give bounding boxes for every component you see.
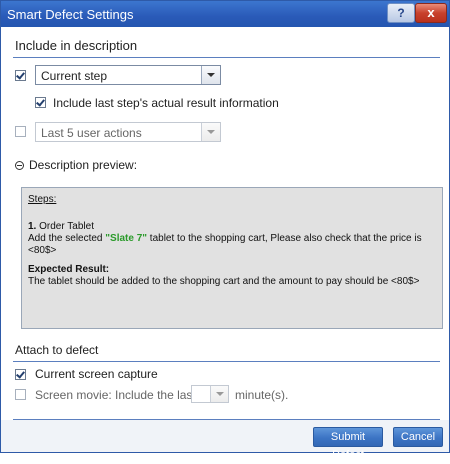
preview-steps-label: Steps: — [28, 194, 57, 205]
preview-instruction-after: tablet to the shopping cart, Please also… — [147, 233, 422, 244]
attach-section-divider — [13, 361, 440, 362]
preview-expected-text: The tablet should be added to the shoppi… — [28, 276, 420, 287]
screen-movie-label: Screen movie: Include the last — [35, 388, 196, 402]
current-step-dropdown[interactable]: Current step — [35, 65, 221, 85]
description-preview-box: Steps: 1. Order Tablet Add the selected … — [21, 187, 443, 329]
user-actions-checkbox[interactable] — [15, 126, 26, 137]
preview-instruction-before: Add the selected — [28, 233, 106, 244]
preview-step-name: Order Tablet — [39, 221, 94, 232]
title-bar: Smart Defect Settings ? x — [1, 1, 449, 27]
collapse-icon[interactable] — [15, 161, 24, 170]
submit-defect-button[interactable]: Submit Defect — [313, 427, 383, 461]
chevron-down-icon — [216, 392, 224, 396]
include-section-heading: Include in description — [15, 38, 138, 53]
user-actions-dropdown-button[interactable] — [201, 123, 220, 141]
last-step-info-checkbox[interactable] — [35, 97, 46, 108]
cancel-button[interactable]: Cancel — [393, 427, 443, 447]
close-icon[interactable]: x — [415, 3, 447, 23]
screen-movie-checkbox[interactable] — [15, 389, 26, 400]
preview-product-name: "Slate 7" — [105, 233, 148, 244]
preview-step-title: 1. Order Tablet — [28, 221, 438, 233]
attach-section-heading: Attach to defect — [15, 343, 99, 357]
include-section-divider — [13, 57, 440, 58]
preview-instruction-price: <80$> — [28, 245, 57, 256]
current-step-checkbox[interactable] — [15, 70, 26, 81]
movie-minutes-dropdown[interactable] — [191, 385, 229, 403]
screen-movie-unit-label: minute(s). — [235, 388, 289, 402]
smart-defect-settings-dialog: Smart Defect Settings ? x Include in des… — [0, 0, 450, 461]
help-icon[interactable]: ? — [387, 3, 415, 23]
description-preview-heading: Description preview: — [29, 158, 138, 172]
screen-capture-checkbox[interactable] — [15, 369, 26, 380]
user-actions-dropdown[interactable]: Last 5 user actions — [35, 122, 221, 142]
current-step-dropdown-value: Current step — [41, 69, 108, 83]
current-step-dropdown-button[interactable] — [201, 66, 220, 84]
window-title: Smart Defect Settings — [7, 7, 134, 22]
preview-step-number: 1. — [28, 221, 37, 232]
last-step-info-label: Include last step's actual result inform… — [53, 96, 279, 110]
dialog-footer: Submit Defect Cancel — [1, 420, 449, 461]
screen-capture-label: Current screen capture — [35, 367, 158, 381]
chevron-down-icon — [207, 130, 215, 134]
preview-expected-label: Expected Result: — [28, 264, 110, 275]
movie-minutes-dropdown-button[interactable] — [210, 386, 228, 402]
user-actions-dropdown-value: Last 5 user actions — [41, 126, 142, 140]
preview-step-instruction: Add the selected "Slate 7" tablet to the… — [28, 233, 438, 245]
chevron-down-icon — [207, 73, 215, 77]
